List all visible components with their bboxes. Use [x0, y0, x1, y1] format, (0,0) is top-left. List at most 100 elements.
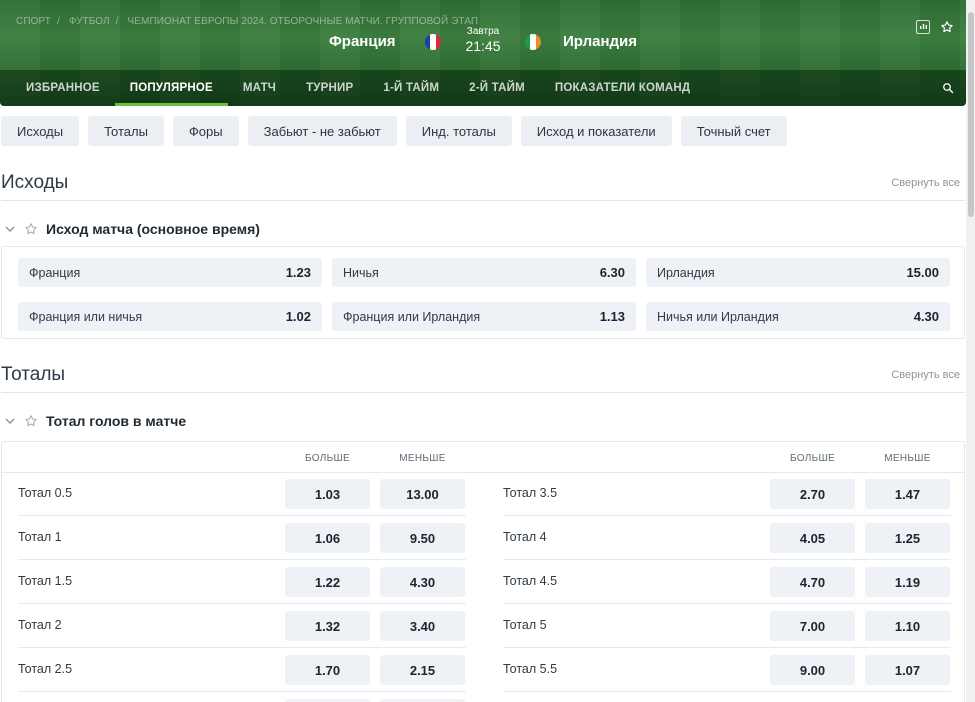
- total-label: Тотал 4.5: [503, 574, 558, 588]
- tab-second-half[interactable]: 2-Й ТАЙМ: [454, 70, 540, 106]
- match-day: Завтра: [466, 26, 500, 37]
- odd-home-or-away[interactable]: Франция или Ирландия 1.13: [332, 302, 636, 331]
- market-header-total-goals[interactable]: Тотал голов в матче: [4, 413, 186, 429]
- odd-label: Франция: [29, 265, 81, 280]
- total-label: Тотал 1.5: [18, 574, 73, 588]
- chevron-down-icon[interactable]: [4, 223, 16, 235]
- chip-exact-score[interactable]: Точный счет: [680, 116, 787, 146]
- table-row: [2, 692, 964, 702]
- odd-under[interactable]: 13.00: [380, 479, 465, 509]
- tab-favorites[interactable]: ИЗБРАННОЕ: [0, 70, 115, 106]
- odd-label: Ирландия: [657, 265, 715, 280]
- divider: [1, 200, 965, 201]
- total-label: Тотал 2.5: [18, 662, 73, 676]
- stats-icon[interactable]: [916, 20, 930, 34]
- column-under: МЕНЬШЕ: [884, 453, 931, 464]
- market-outcomes-grid: Франция 1.23 Ничья 6.30 Ирландия 15.00 Ф…: [1, 246, 965, 339]
- table-row: Тотал 2.5 1.70 2.15 Тотал 5.5 9.00 1.07: [2, 648, 964, 692]
- search-button[interactable]: [930, 70, 966, 106]
- odd-draw[interactable]: Ничья 6.30: [332, 258, 636, 287]
- odd-home[interactable]: Франция 1.23: [18, 258, 322, 287]
- odd-under[interactable]: 4.30: [380, 567, 465, 597]
- odd-over[interactable]: 2.70: [770, 479, 855, 509]
- odd-over[interactable]: 1.70: [285, 655, 370, 685]
- odd-value: 4.30: [913, 309, 939, 324]
- favorite-star-icon[interactable]: [940, 20, 954, 34]
- odd-under[interactable]: 1.10: [865, 611, 950, 641]
- odd-value: 15.00: [906, 265, 939, 280]
- tab-tournament[interactable]: ТУРНИР: [291, 70, 368, 106]
- total-label: Тотал 5.5: [503, 662, 558, 676]
- odd-draw-or-away[interactable]: Ничья или Ирландия 4.30: [646, 302, 950, 331]
- odd-under[interactable]: 3.40: [380, 611, 465, 641]
- collapse-all-totals[interactable]: Свернуть все: [891, 369, 960, 381]
- france-flag-icon: [425, 34, 441, 50]
- odd-over[interactable]: 1.06: [285, 523, 370, 553]
- collapse-all-outcomes[interactable]: Свернуть все: [891, 177, 960, 189]
- total-label: Тотал 3.5: [503, 486, 558, 500]
- total-label: Тотал 0.5: [18, 486, 73, 500]
- chip-ind-totals[interactable]: Инд. тоталы: [405, 116, 512, 146]
- odd-value: 1.13: [599, 309, 625, 324]
- chip-outcomes[interactable]: Исходы: [1, 116, 80, 146]
- column-under: МЕНЬШЕ: [399, 453, 446, 464]
- odd-away[interactable]: Ирландия 15.00: [646, 258, 950, 287]
- chip-totals[interactable]: Тоталы: [88, 116, 164, 146]
- table-row: Тотал 0.5 1.03 13.00 Тотал 3.5 2.70 1.47: [2, 472, 964, 516]
- market-header-match-result[interactable]: Исход матча (основное время): [4, 221, 260, 237]
- total-label: Тотал 2: [18, 618, 62, 632]
- match-start: Завтра 21:45: [462, 26, 504, 55]
- odd-home-or-draw[interactable]: Франция или ничья 1.02: [18, 302, 322, 331]
- chevron-down-icon[interactable]: [4, 415, 16, 427]
- away-team: Ирландия: [563, 33, 637, 50]
- odd-under[interactable]: 9.50: [380, 523, 465, 553]
- match-time: 21:45: [465, 38, 501, 54]
- odd-over[interactable]: 1.32: [285, 611, 370, 641]
- odd-under[interactable]: 2.15: [380, 655, 465, 685]
- star-icon[interactable]: [24, 222, 38, 236]
- odd-label: Франция или Ирландия: [343, 309, 481, 324]
- odd-over[interactable]: 4.70: [770, 567, 855, 597]
- column-over: БОЛЬШЕ: [790, 453, 835, 464]
- page-scrollbar[interactable]: [966, 0, 975, 702]
- table-row: Тотал 1.5 1.22 4.30 Тотал 4.5 4.70 1.19: [2, 560, 964, 604]
- column-over: БОЛЬШЕ: [305, 453, 350, 464]
- odd-under[interactable]: 1.07: [865, 655, 950, 685]
- odd-label: Франция или ничья: [29, 309, 143, 324]
- ireland-flag-icon: [525, 34, 541, 50]
- market-title: Исход матча (основное время): [46, 221, 260, 237]
- odd-over[interactable]: 1.03: [285, 479, 370, 509]
- odd-label: Ничья: [343, 265, 379, 280]
- odd-over[interactable]: 7.00: [770, 611, 855, 641]
- event-header: СПОРТ / ФУТБОЛ / ЧЕМПИОНАТ ЕВРОПЫ 2024. ОТ…: [0, 0, 966, 106]
- odd-value: 6.30: [599, 265, 625, 280]
- header-actions: [916, 20, 954, 34]
- table-row: Тотал 2 1.32 3.40 Тотал 5 7.00 1.10: [2, 604, 964, 648]
- tab-first-half[interactable]: 1-Й ТАЙМ: [368, 70, 454, 106]
- section-title-outcomes: Исходы: [1, 172, 69, 193]
- odd-over[interactable]: 4.05: [770, 523, 855, 553]
- chip-both-score[interactable]: Забьют - не забьют: [247, 116, 397, 146]
- odd-over[interactable]: 9.00: [770, 655, 855, 685]
- odd-over[interactable]: 1.22: [285, 567, 370, 597]
- tab-team-stats[interactable]: ПОКАЗАТЕЛИ КОМАНД: [540, 70, 705, 106]
- odd-under[interactable]: 1.47: [865, 479, 950, 509]
- market-filter-chips: Исходы Тоталы Форы Забьют - не забьют Ин…: [1, 116, 787, 146]
- total-label: Тотал 4: [503, 530, 547, 544]
- odd-under[interactable]: 1.25: [865, 523, 950, 553]
- table-row: Тотал 1 1.06 9.50 Тотал 4 4.05 1.25: [2, 516, 964, 560]
- chip-outcome-stats[interactable]: Исход и показатели: [520, 116, 672, 146]
- match-info: Франция Завтра 21:45 Ирландия: [0, 26, 966, 58]
- scrollbar-thumb[interactable]: [968, 12, 974, 217]
- tab-popular[interactable]: ПОПУЛЯРНОЕ: [114, 70, 228, 106]
- odd-label: Ничья или Ирландия: [657, 309, 779, 324]
- tab-match[interactable]: МАТЧ: [228, 70, 291, 106]
- chip-handicaps[interactable]: Форы: [172, 116, 239, 146]
- search-icon: [943, 83, 954, 94]
- divider: [1, 392, 965, 393]
- star-icon[interactable]: [24, 414, 38, 428]
- home-team: Франция: [329, 33, 396, 50]
- totals-table: БОЛЬШЕ МЕНЬШЕ БОЛЬШЕ МЕНЬШЕ Тотал 0.5 1.…: [1, 441, 965, 702]
- odd-under[interactable]: 1.19: [865, 567, 950, 597]
- odd-value: 1.23: [285, 265, 311, 280]
